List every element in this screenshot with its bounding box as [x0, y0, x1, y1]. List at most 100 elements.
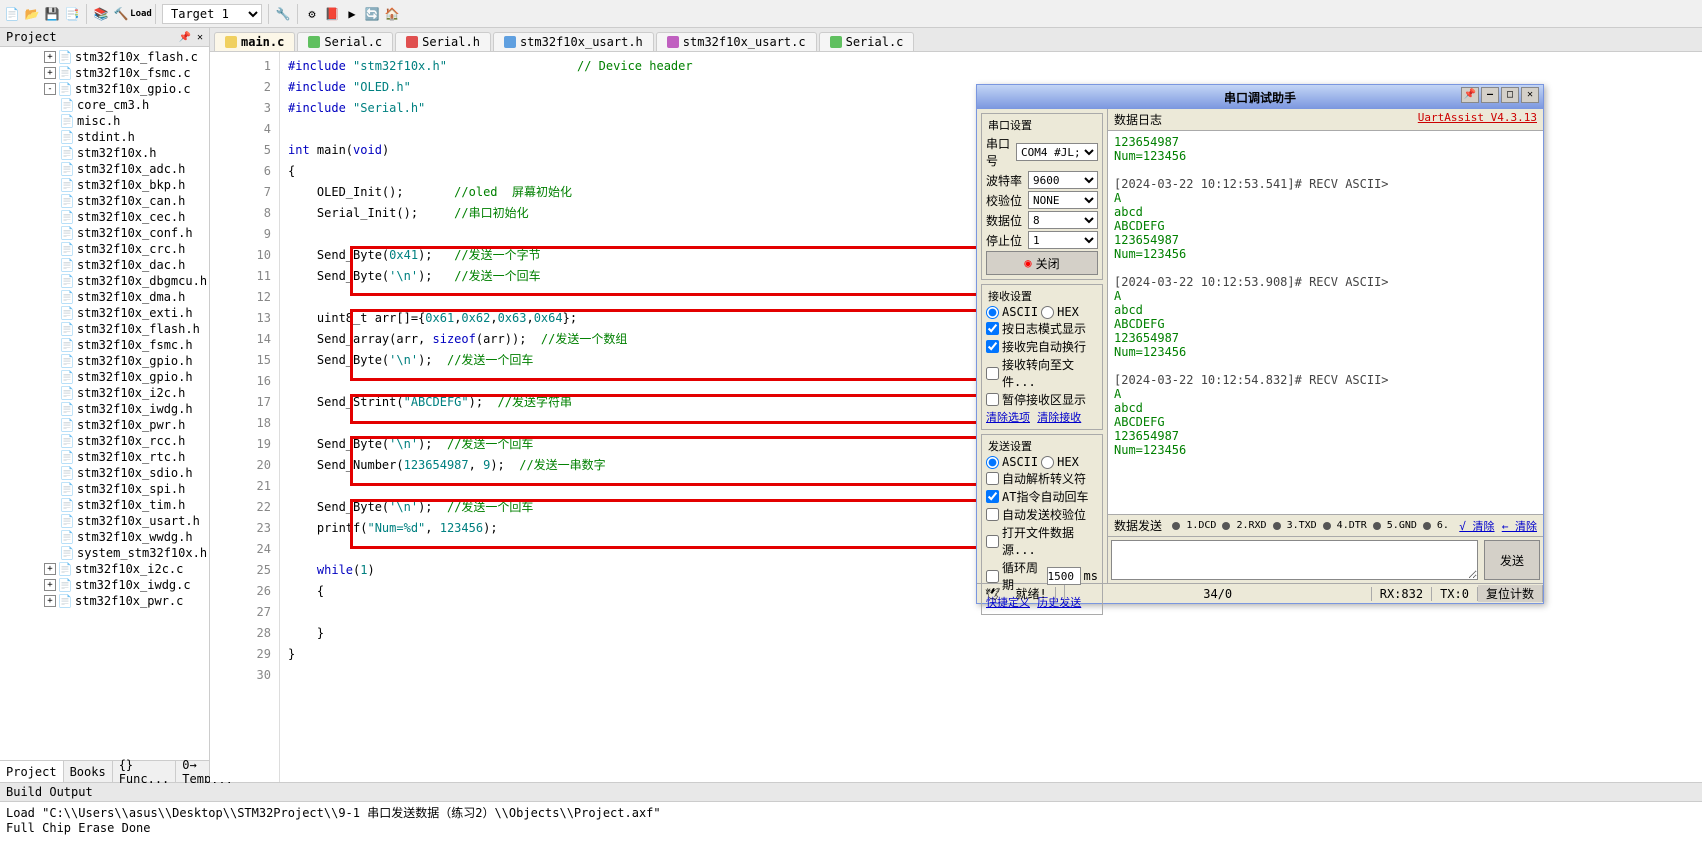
tree-item[interactable]: 📄stm32f10x_tim.h — [0, 497, 209, 513]
tree-item[interactable]: 📄stm32f10x_gpio.h — [0, 353, 209, 369]
tree-item[interactable]: +📄stm32f10x_i2c.c — [0, 561, 209, 577]
books-icon[interactable]: 📕 — [324, 6, 340, 22]
pin-icon[interactable]: 📌 ✕ — [179, 32, 204, 43]
code-line[interactable] — [288, 119, 693, 140]
code-line[interactable] — [288, 539, 693, 560]
expand-icon[interactable]: + — [44, 563, 56, 575]
code-line[interactable]: Serial_Init(); //串口初始化 — [288, 203, 693, 224]
tree-item[interactable]: 📄stdint.h — [0, 129, 209, 145]
expand-icon[interactable]: + — [44, 595, 56, 607]
code-line[interactable]: { — [288, 581, 693, 602]
file-icon[interactable]: 📄 — [4, 6, 20, 22]
close-port-button[interactable]: ◉关闭 — [986, 251, 1098, 275]
recv-hex-radio[interactable] — [1041, 306, 1054, 319]
clear-link[interactable]: ← 清除 — [1502, 520, 1537, 533]
send-opt-check[interactable] — [986, 508, 999, 521]
tree-item[interactable]: 📄stm32f10x_dma.h — [0, 289, 209, 305]
tree-item[interactable]: +📄stm32f10x_pwr.c — [0, 593, 209, 609]
tree-item[interactable]: 📄stm32f10x_bkp.h — [0, 177, 209, 193]
recv-opt-check[interactable] — [986, 322, 999, 335]
tree-item[interactable]: 📄stm32f10x_can.h — [0, 193, 209, 209]
code-line[interactable] — [288, 224, 693, 245]
editor-tab[interactable]: main.c — [214, 32, 295, 51]
port-select[interactable]: COM4 #JL; — [1016, 143, 1098, 161]
send-opt-check[interactable] — [986, 472, 999, 485]
save-icon[interactable]: 💾 — [44, 6, 60, 22]
code-line[interactable]: printf("Num=%d", 123456); — [288, 518, 693, 539]
send-button[interactable]: 发送 — [1484, 540, 1540, 580]
tree-item[interactable]: 📄misc.h — [0, 113, 209, 129]
wand-icon[interactable]: 🔧 — [275, 6, 291, 22]
baud-select[interactable]: 9600 — [1028, 171, 1098, 189]
tree-item[interactable]: 📄stm32f10x_wwdg.h — [0, 529, 209, 545]
pin-icon[interactable]: 📌 — [1461, 87, 1479, 103]
code-line[interactable] — [288, 413, 693, 434]
home-icon[interactable]: 🏠 — [384, 6, 400, 22]
code-line[interactable]: #include "OLED.h" — [288, 77, 693, 98]
editor-tab[interactable]: Serial.c — [819, 32, 915, 51]
code-line[interactable]: } — [288, 644, 693, 665]
tree-item[interactable]: 📄stm32f10x.h — [0, 145, 209, 161]
editor-tab[interactable]: Serial.c — [297, 32, 393, 51]
tree-item[interactable]: 📄stm32f10x_cec.h — [0, 209, 209, 225]
code-line[interactable]: Send_Byte(0x41); //发送一个字节 — [288, 245, 693, 266]
clear-link[interactable]: √ 清除 — [1459, 520, 1494, 533]
tree-item[interactable]: 📄stm32f10x_pwr.h — [0, 417, 209, 433]
stopbits-select[interactable]: 1 — [1028, 231, 1098, 249]
code-line[interactable] — [288, 287, 693, 308]
code-line[interactable]: { — [288, 161, 693, 182]
tree-item[interactable]: -📄stm32f10x_gpio.c — [0, 81, 209, 97]
expand-icon[interactable]: + — [44, 67, 56, 79]
code-line[interactable]: int main(void) — [288, 140, 693, 161]
tree-item[interactable]: 📄stm32f10x_fsmc.h — [0, 337, 209, 353]
code-line[interactable] — [288, 371, 693, 392]
code-line[interactable]: OLED_Init(); //oled 屏幕初始化 — [288, 182, 693, 203]
code-line[interactable]: Send_Byte('\n'); //发送一个回车 — [288, 434, 693, 455]
send-ascii-radio[interactable] — [986, 456, 999, 469]
code-line[interactable]: Send_Byte('\n'); //发送一个回车 — [288, 266, 693, 287]
tree-item[interactable]: 📄stm32f10x_spi.h — [0, 481, 209, 497]
project-tree[interactable]: +📄stm32f10x_flash.c+📄stm32f10x_fsmc.c-📄s… — [0, 47, 209, 760]
sidebar-tab[interactable]: Books — [64, 761, 113, 782]
cfg-icon[interactable]: ⚙ — [304, 6, 320, 22]
expand-icon[interactable]: + — [44, 51, 56, 63]
code-line[interactable]: Send_array(arr, sizeof(arr)); //发送一个数组 — [288, 329, 693, 350]
code-line[interactable]: Send_Byte('\n'); //发送一个回车 — [288, 350, 693, 371]
tree-item[interactable]: 📄stm32f10x_rtc.h — [0, 449, 209, 465]
brand-link[interactable]: UartAssist V4.3.13 — [1418, 111, 1537, 128]
load-icon[interactable]: Load — [133, 6, 149, 22]
output-body[interactable]: Load "C:\\Users\\asus\\Desktop\\STM32Pro… — [0, 802, 1702, 837]
code-line[interactable]: Send_Number(123654987, 9); //发送一串数字 — [288, 455, 693, 476]
databits-select[interactable]: 8 — [1028, 211, 1098, 229]
tree-item[interactable]: 📄stm32f10x_dac.h — [0, 257, 209, 273]
loop-input[interactable] — [1047, 567, 1081, 585]
sidebar-tab[interactable]: {} Func... — [113, 761, 177, 782]
editor-tab[interactable]: Serial.h — [395, 32, 491, 51]
code-line[interactable]: } — [288, 623, 693, 644]
serial-log[interactable]: 123654987Num=123456 [2024-03-22 10:12:53… — [1108, 131, 1543, 514]
tree-item[interactable]: 📄system_stm32f10x.h — [0, 545, 209, 561]
send-textarea[interactable] — [1111, 540, 1478, 580]
code-line[interactable] — [288, 476, 693, 497]
recv-link[interactable]: 清除选项 — [986, 411, 1030, 424]
tree-item[interactable]: 📄core_cm3.h — [0, 97, 209, 113]
code-line[interactable]: while(1) — [288, 560, 693, 581]
editor-tab[interactable]: stm32f10x_usart.h — [493, 32, 654, 51]
tree-item[interactable]: 📄stm32f10x_flash.h — [0, 321, 209, 337]
status-reset-button[interactable]: 复位计数 — [1478, 585, 1543, 602]
editor-tab[interactable]: stm32f10x_usart.c — [656, 32, 817, 51]
code-line[interactable]: Send_Byte('\n'); //发送一个回车 — [288, 497, 693, 518]
tree-item[interactable]: +📄stm32f10x_flash.c — [0, 49, 209, 65]
serial-assistant-window[interactable]: 串口调试助手 📌 — □ ✕ 串口设置 串口号COM4 #JL; 波特率9600… — [976, 84, 1544, 604]
tree-item[interactable]: 📄stm32f10x_usart.h — [0, 513, 209, 529]
parity-select[interactable]: NONE — [1028, 191, 1098, 209]
expand-icon[interactable]: + — [44, 579, 56, 591]
code-line[interactable]: #include "stm32f10x.h" // Device header — [288, 56, 693, 77]
maximize-icon[interactable]: □ — [1501, 87, 1519, 103]
tree-item[interactable]: 📄stm32f10x_conf.h — [0, 225, 209, 241]
save-all-icon[interactable]: 📑 — [64, 6, 80, 22]
loop-check[interactable] — [986, 570, 999, 583]
tree-item[interactable]: 📄stm32f10x_adc.h — [0, 161, 209, 177]
tree-item[interactable]: 📄stm32f10x_sdio.h — [0, 465, 209, 481]
serial-title-bar[interactable]: 串口调试助手 📌 — □ ✕ — [977, 85, 1543, 109]
